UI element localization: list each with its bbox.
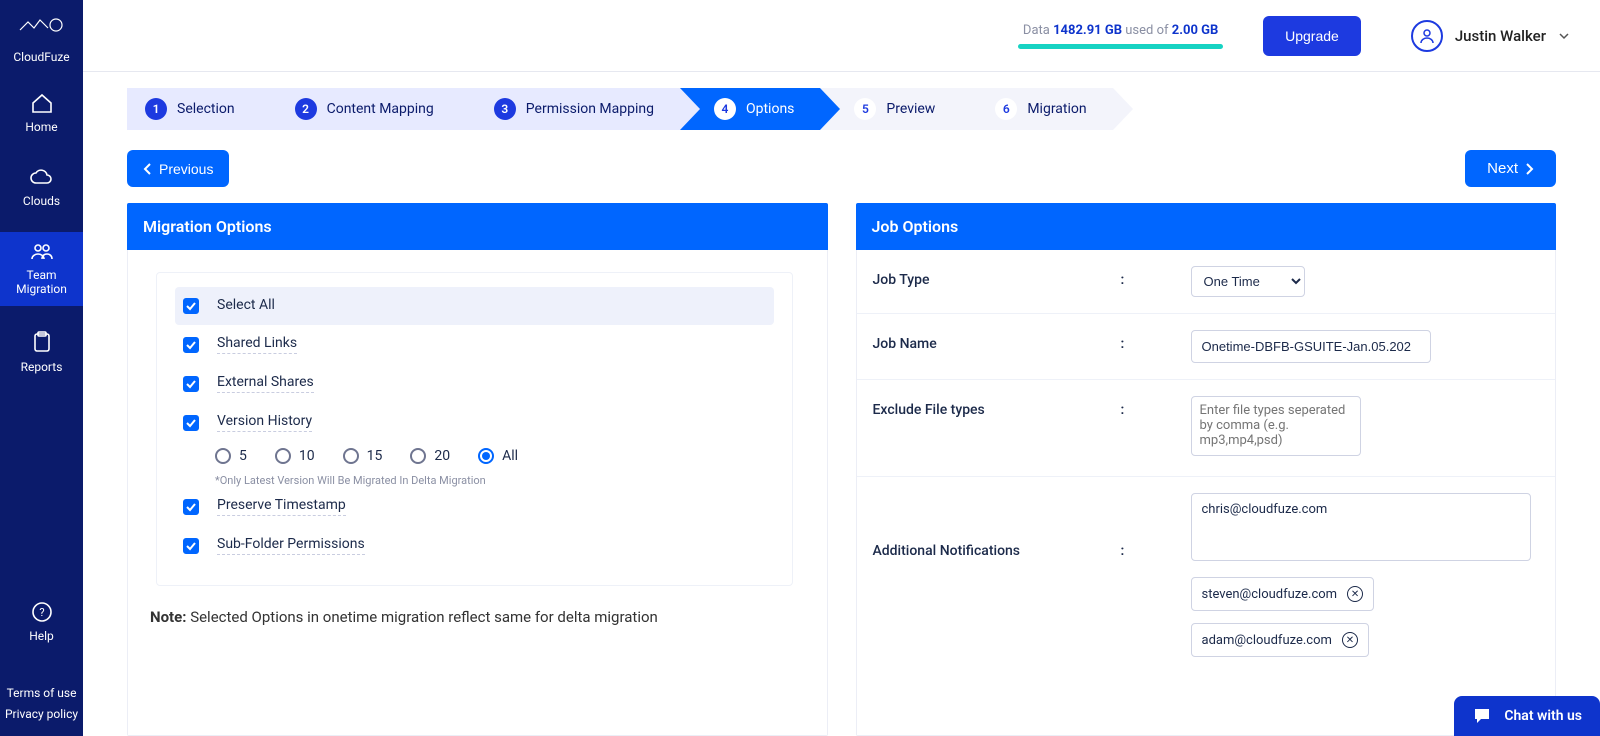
- notification-tag: steven@cloudfuze.com ✕: [1191, 577, 1375, 611]
- preserve-timestamp-row[interactable]: Preserve Timestamp: [175, 487, 774, 526]
- job-name-row: Job Name :: [857, 314, 1556, 380]
- user-menu[interactable]: Justin Walker: [1411, 20, 1570, 52]
- remove-tag-icon[interactable]: ✕: [1347, 586, 1363, 602]
- version-history-checkbox[interactable]: [183, 415, 199, 431]
- version-radio-10[interactable]: 10: [275, 448, 315, 464]
- privacy-link[interactable]: Privacy policy: [0, 704, 83, 724]
- select-all-row[interactable]: Select All: [175, 287, 774, 325]
- exclude-filetypes-input[interactable]: [1191, 396, 1361, 456]
- job-type-select[interactable]: One Time: [1191, 266, 1305, 297]
- shared-links-checkbox[interactable]: [183, 337, 199, 353]
- version-radio-all[interactable]: All: [478, 448, 518, 464]
- preserve-timestamp-checkbox[interactable]: [183, 499, 199, 515]
- shared-links-label: Shared Links: [217, 335, 297, 354]
- additional-notifications-label: Additional Notifications: [873, 493, 1121, 559]
- exclude-filetypes-row: Exclude File types :: [857, 380, 1556, 477]
- sidebar-item-label: Reports: [21, 360, 63, 374]
- step-migration[interactable]: 6Migration: [961, 88, 1112, 130]
- job-type-label: Job Type: [873, 266, 1121, 288]
- next-button[interactable]: Next: [1465, 150, 1556, 187]
- sidebar-item-label: Clouds: [23, 194, 60, 208]
- sidebar-item-team-migration[interactable]: Team Migration: [0, 232, 83, 306]
- step-options[interactable]: 4Options: [680, 88, 820, 130]
- upgrade-button[interactable]: Upgrade: [1263, 16, 1361, 56]
- external-shares-label: External Shares: [217, 374, 314, 393]
- chat-icon: [1472, 706, 1492, 726]
- user-name: Justin Walker: [1455, 27, 1546, 45]
- external-shares-checkbox[interactable]: [183, 376, 199, 392]
- notification-tag: adam@cloudfuze.com ✕: [1191, 623, 1369, 657]
- select-all-checkbox[interactable]: [183, 298, 199, 314]
- step-selection[interactable]: 1Selection: [127, 88, 261, 130]
- brand-name: CloudFuze: [13, 50, 69, 64]
- previous-button[interactable]: Previous: [127, 150, 229, 187]
- shared-links-row[interactable]: Shared Links: [175, 325, 774, 364]
- version-history-label: Version History: [217, 413, 312, 432]
- chevron-down-icon: [1558, 30, 1570, 42]
- sidebar-item-reports[interactable]: Reports: [0, 320, 83, 384]
- clipboard-icon: [31, 330, 53, 354]
- job-name-label: Job Name: [873, 330, 1121, 352]
- main: Data 1482.91 GB used of 2.00 GB Upgrade …: [83, 0, 1600, 736]
- external-shares-row[interactable]: External Shares: [175, 364, 774, 403]
- migration-note: Note: Selected Options in onetime migrat…: [128, 586, 827, 648]
- migration-options-panel: Migration Options Select All Shared Link…: [127, 203, 828, 736]
- subfolder-permissions-row[interactable]: Sub-Folder Permissions: [175, 526, 774, 565]
- version-radio-15[interactable]: 15: [343, 448, 383, 464]
- migration-options-title: Migration Options: [127, 203, 828, 250]
- chat-widget[interactable]: Chat with us: [1454, 696, 1600, 736]
- users-icon: [29, 242, 55, 262]
- version-radio-5[interactable]: 5: [215, 448, 247, 464]
- version-radio-group: 5 10 15 20 All: [175, 442, 774, 470]
- avatar-icon: [1411, 20, 1443, 52]
- step-content-mapping[interactable]: 2Content Mapping: [261, 88, 460, 130]
- home-icon: [30, 92, 54, 114]
- remove-tag-icon[interactable]: ✕: [1342, 632, 1358, 648]
- chat-label: Chat with us: [1504, 708, 1582, 724]
- usage-bar: [1018, 44, 1223, 49]
- chevron-left-icon: [143, 163, 153, 175]
- exclude-filetypes-label: Exclude File types: [873, 396, 1121, 418]
- sidebar-item-help[interactable]: ? Help: [0, 591, 83, 653]
- sidebar-item-clouds[interactable]: Clouds: [0, 158, 83, 218]
- sidebar-item-label: Home: [25, 120, 57, 134]
- step-permission-mapping[interactable]: 3Permission Mapping: [460, 88, 680, 130]
- usage-used: 1482.91 GB: [1053, 23, 1122, 38]
- help-icon: ?: [31, 601, 53, 623]
- cloud-icon: [29, 168, 55, 188]
- additional-notifications-row: Additional Notifications : steven@cloudf…: [857, 477, 1556, 673]
- version-history-row[interactable]: Version History: [175, 403, 774, 442]
- sidebar-item-label: Team Migration: [16, 268, 67, 296]
- topbar: Data 1482.91 GB used of 2.00 GB Upgrade …: [83, 0, 1600, 72]
- subfolder-permissions-checkbox[interactable]: [183, 538, 199, 554]
- sidebar: CloudFuze Home Clouds Team Migration Rep…: [0, 0, 83, 736]
- version-note: *Only Latest Version Will Be Migrated In…: [175, 474, 774, 487]
- version-radio-20[interactable]: 20: [410, 448, 450, 464]
- job-name-input[interactable]: [1191, 330, 1431, 363]
- usage-total: 2.00 GB: [1172, 23, 1219, 38]
- job-type-row: Job Type : One Time: [857, 250, 1556, 314]
- usage-word-usedof: used of: [1125, 23, 1168, 38]
- content: 1Selection 2Content Mapping 3Permission …: [83, 72, 1600, 736]
- sidebar-item-label: Help: [29, 629, 54, 643]
- chevron-right-icon: [1524, 163, 1534, 175]
- svg-text:?: ?: [39, 606, 44, 619]
- preserve-timestamp-label: Preserve Timestamp: [217, 497, 346, 516]
- usage-word-data: Data: [1023, 23, 1050, 38]
- sidebar-item-home[interactable]: Home: [0, 82, 83, 144]
- step-preview[interactable]: 5Preview: [820, 88, 961, 130]
- brand-logo: [18, 14, 66, 38]
- notification-email-input[interactable]: [1191, 493, 1531, 561]
- subfolder-permissions-label: Sub-Folder Permissions: [217, 536, 365, 555]
- select-all-label: Select All: [217, 297, 275, 315]
- stepper: 1Selection 2Content Mapping 3Permission …: [127, 88, 1556, 130]
- terms-link[interactable]: Terms of use: [0, 683, 83, 703]
- usage-meter: Data 1482.91 GB used of 2.00 GB: [1018, 23, 1223, 49]
- job-options-title: Job Options: [856, 203, 1557, 250]
- job-options-panel: Job Options Job Type : One Time: [856, 203, 1557, 736]
